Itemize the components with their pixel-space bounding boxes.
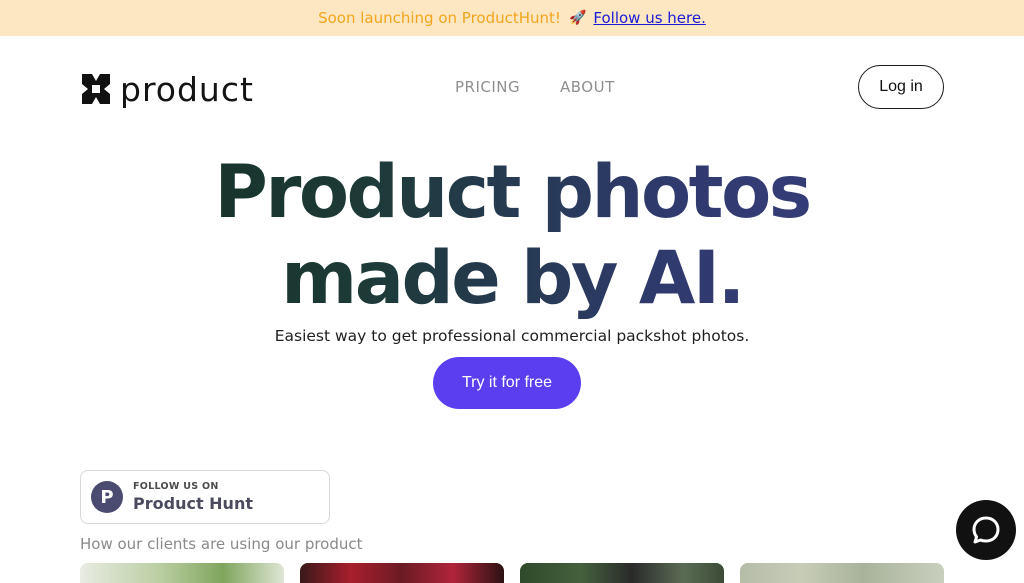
clients-section-label: How our clients are using our product <box>80 535 363 553</box>
chat-bubble-icon <box>972 516 1000 544</box>
chat-widget-button[interactable] <box>956 500 1016 560</box>
product-hunt-small-text: FOLLOW US ON <box>133 481 219 492</box>
try-free-button[interactable]: Try it for free <box>433 357 581 409</box>
login-button[interactable]: Log in <box>858 65 944 109</box>
product-hunt-big-text: Product Hunt <box>133 494 253 513</box>
hero-title-line1: Product photos <box>214 150 810 235</box>
nav-pricing[interactable]: PRICING <box>455 78 520 96</box>
rocket-icon: 🚀 <box>568 10 587 26</box>
product-hunt-icon: P <box>91 481 123 513</box>
gallery-image[interactable] <box>740 563 944 583</box>
gallery-image[interactable] <box>80 563 284 583</box>
gallery-image[interactable] <box>520 563 724 583</box>
hero-subtitle: Easiest way to get professional commerci… <box>274 327 750 345</box>
product-hunt-text: FOLLOW US ON Product Hunt <box>133 481 253 513</box>
product-hunt-badge[interactable]: P FOLLOW US ON Product Hunt <box>80 470 330 524</box>
follow-us-link[interactable]: Follow us here. <box>593 9 705 27</box>
gallery-image[interactable] <box>300 563 504 583</box>
client-gallery <box>0 563 1024 583</box>
banner-text: Soon launching on ProductHunt! <box>318 9 561 27</box>
hero-title-line2: made by AI. <box>281 236 743 321</box>
nav-about[interactable]: ABOUT <box>560 78 615 96</box>
hero-title: Product photos made by AI. <box>0 150 1024 322</box>
announcement-banner: Soon launching on ProductHunt! 🚀 Follow … <box>0 0 1024 36</box>
